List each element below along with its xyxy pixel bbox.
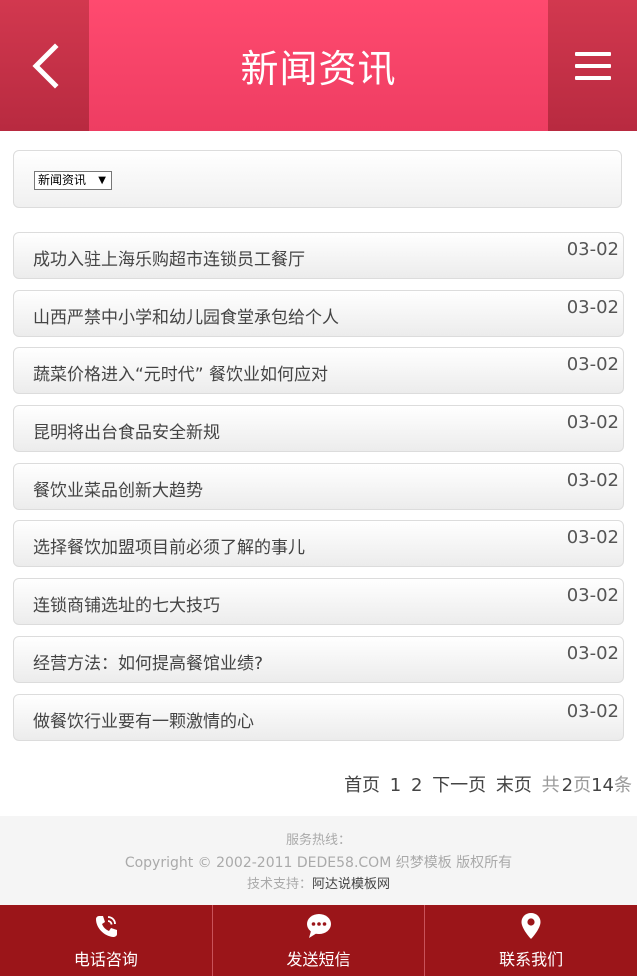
- pager-total-items: 14: [591, 775, 614, 796]
- news-date: 03-02: [566, 527, 619, 549]
- news-date: 03-02: [566, 239, 619, 260]
- news-item[interactable]: 选择餐饮加盟项目前必须了解的事儿 03-02: [13, 520, 624, 568]
- pager-last[interactable]: 末页: [496, 775, 532, 796]
- header-title-area: 新闻资讯: [89, 0, 548, 131]
- chevron-left-icon: [31, 42, 59, 89]
- footer-support-link[interactable]: 阿达说模板网: [312, 877, 390, 892]
- footer-hotline: 服务热线：: [285, 833, 351, 848]
- news-item[interactable]: 蔬菜价格进入“元时代” 餐饮业如何应对 03-02: [13, 347, 624, 395]
- footer-support: 技术支持：阿达说模板网: [0, 874, 637, 896]
- contact-us-label: 联系我们: [499, 949, 564, 969]
- pager-pages-unit: 页: [573, 775, 592, 796]
- news-date: 03-02: [566, 354, 619, 376]
- pager-next[interactable]: 下一页: [432, 775, 486, 796]
- pagination: 首页 1 2 下一页 末页 共 2页14条: [340, 771, 632, 797]
- footer: 服务热线： Copyright © 2002-2011 DEDE58.COM 织…: [0, 830, 637, 906]
- pager-total-prefix: 共: [541, 775, 560, 796]
- news-list: 成功入驻上海乐购超市连锁员工餐厅 03-02 山西严禁中小学和幼儿园食堂承包给个人 0…: [13, 232, 624, 751]
- news-title[interactable]: 连锁商铺选址的七大技巧: [33, 591, 220, 616]
- category-select[interactable]: 新闻资讯 ▼: [34, 171, 112, 190]
- news-item[interactable]: 连锁商铺选址的七大技巧 03-02: [13, 578, 624, 626]
- news-item[interactable]: 经营方法：如何提高餐馆业绩? 03-02: [13, 635, 624, 683]
- footer-copyright: Copyright © 2002-2011 DEDE58.COM 织梦模板 版权…: [124, 855, 513, 871]
- dropdown-arrow-icon: ▼: [98, 175, 106, 186]
- pager-total-pages: 2: [561, 775, 574, 796]
- menu-button[interactable]: [548, 0, 637, 131]
- contact-us-button[interactable]: 联系我们: [424, 905, 637, 976]
- news-title[interactable]: 蔬菜价格进入“元时代” 餐饮业如何应对: [33, 360, 328, 385]
- phone-icon: [93, 912, 119, 940]
- news-date: 03-02: [566, 642, 619, 664]
- pager-page-2[interactable]: 2: [411, 775, 422, 796]
- news-item[interactable]: 做餐饮行业要有一颗激情的心 03-02: [13, 693, 624, 741]
- news-title[interactable]: 选择餐饮加盟项目前必须了解的事儿: [33, 533, 305, 558]
- map-pin-icon: [520, 912, 542, 940]
- back-button[interactable]: [0, 0, 89, 131]
- footer-support-label: 技术支持：: [246, 877, 312, 892]
- bottom-bar: 电话咨询 发送短信 联系我们: [0, 905, 637, 976]
- header: 新闻资讯: [0, 0, 637, 131]
- page-title: 新闻资讯: [240, 47, 397, 91]
- main-content: 新闻资讯 ▼ 成功入驻上海乐购超市连锁员工餐厅 03-02 山西严禁中小学和幼儿园食…: [0, 131, 637, 816]
- news-title[interactable]: 昆明将出台食品安全新规: [33, 418, 220, 443]
- news-item[interactable]: 餐饮业菜品创新大趋势 03-02: [13, 462, 624, 510]
- news-item[interactable]: 成功入驻上海乐购超市连锁员工餐厅 03-02: [13, 232, 624, 279]
- category-filter-box: 新闻资讯 ▼: [13, 150, 622, 208]
- news-title[interactable]: 山西严禁中小学和幼儿园食堂承包给个人: [33, 303, 339, 328]
- send-sms-button[interactable]: 发送短信: [211, 905, 425, 976]
- news-date: 03-02: [566, 412, 619, 434]
- category-select-value: 新闻资讯: [38, 173, 87, 187]
- news-title[interactable]: 做餐饮行业要有一颗激情的心: [33, 707, 254, 732]
- phone-consult-button[interactable]: 电话咨询: [0, 905, 212, 976]
- pager-items-unit: 条: [614, 775, 632, 796]
- news-date: 03-02: [566, 296, 619, 318]
- news-item[interactable]: 山西严禁中小学和幼儿园食堂承包给个人 03-02: [13, 289, 624, 337]
- news-title[interactable]: 经营方法：如何提高餐馆业绩?: [33, 649, 263, 674]
- send-sms-label: 发送短信: [286, 949, 351, 969]
- chat-bubble-icon: [305, 912, 333, 940]
- news-title[interactable]: 成功入驻上海乐购超市连锁员工餐厅: [33, 245, 305, 270]
- news-item[interactable]: 昆明将出台食品安全新规 03-02: [13, 405, 624, 453]
- pager-page-1[interactable]: 1: [390, 775, 401, 796]
- pager-first[interactable]: 首页: [344, 775, 380, 796]
- news-date: 03-02: [566, 585, 619, 607]
- news-date: 03-02: [566, 469, 619, 491]
- news-title[interactable]: 餐饮业菜品创新大趋势: [33, 476, 203, 501]
- hamburger-menu-icon: [574, 51, 611, 80]
- phone-consult-label: 电话咨询: [73, 949, 138, 969]
- news-date: 03-02: [566, 700, 619, 722]
